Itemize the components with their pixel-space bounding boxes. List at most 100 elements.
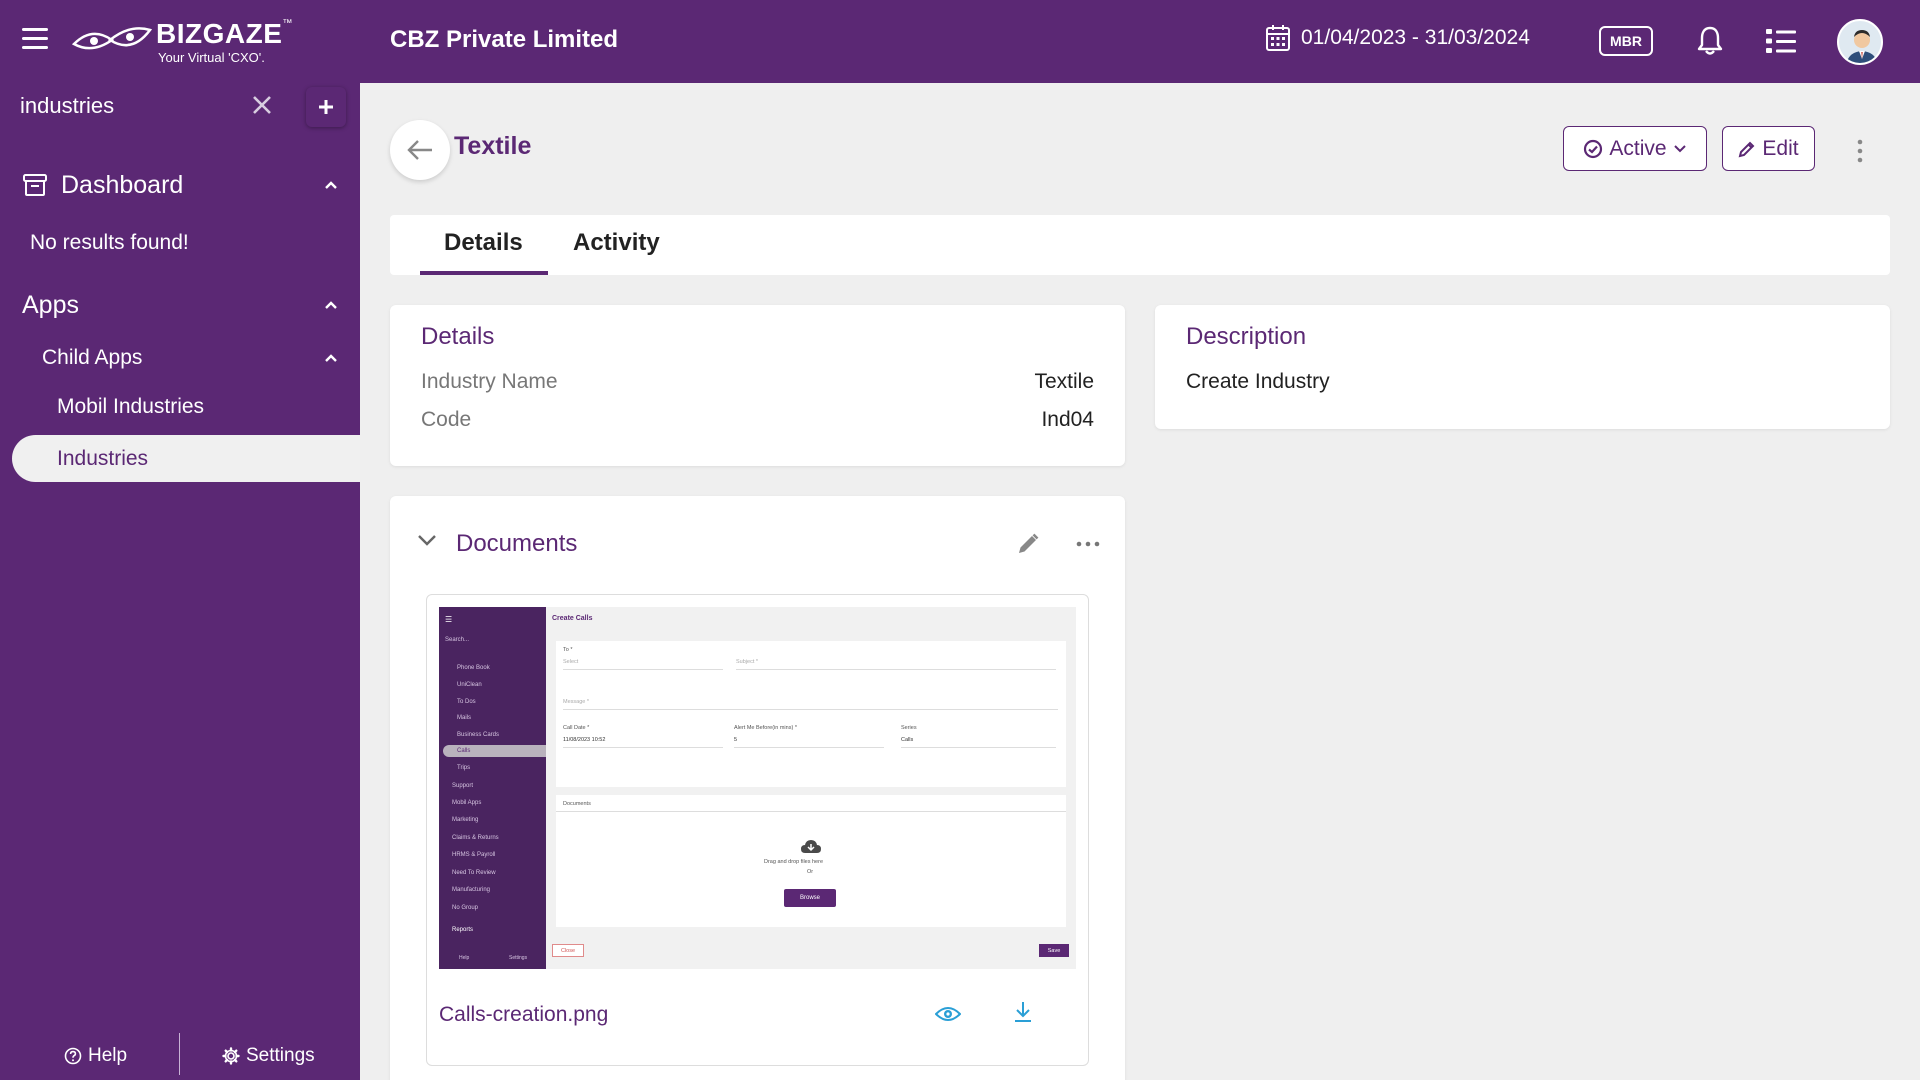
thumb-side-item: HRMS & Payroll [452, 852, 496, 858]
thumb-side-item: Manufacturing [452, 887, 491, 893]
thumb-side-item: Claims & Returns [452, 835, 499, 841]
status-label: Active [1609, 136, 1667, 160]
task-list-icon[interactable] [1766, 28, 1796, 54]
sidebar-item-apps[interactable]: Apps [0, 283, 360, 327]
download-icon[interactable] [1013, 1001, 1033, 1023]
hamburger-menu-icon[interactable] [22, 28, 48, 52]
thumb-select-placeholder: Select [563, 659, 579, 665]
more-horizontal-icon[interactable] [1076, 540, 1100, 548]
footer-divider [179, 1033, 180, 1075]
logo-eyes-icon [72, 27, 152, 50]
help-icon [64, 1047, 82, 1065]
sidebar-footer: Help Settings [0, 1033, 360, 1080]
date-range-text: 01/04/2023 - 31/03/2024 [1301, 26, 1530, 49]
logo-text: BIZGAZE™ [156, 18, 293, 49]
thumb-side-item: To Dos [457, 699, 476, 705]
top-bar: BIZGAZE™ Your Virtual 'CXO'. CBZ Private… [0, 0, 1920, 83]
description-card: Description Create Industry [1155, 305, 1890, 429]
thumb-menu-icon: ☰ [445, 615, 453, 624]
thumb-main: Create Calls To * Select Subject * Messa… [546, 607, 1076, 969]
page-title: Textile [454, 132, 532, 160]
company-name[interactable]: CBZ Private Limited [390, 26, 618, 54]
thumb-to-label: To * [563, 647, 573, 653]
detail-row-code: Code Ind04 [421, 408, 1094, 432]
description-text: Create Industry [1186, 370, 1330, 393]
help-label: Help [88, 1045, 128, 1066]
mbr-button[interactable]: MBR [1599, 26, 1653, 56]
sidebar-item-mobil-industries[interactable]: Mobil Industries [57, 395, 204, 419]
edit-button[interactable]: Edit [1722, 126, 1815, 171]
field-label: Code [421, 408, 472, 431]
thumb-form: To * Select Subject * Message * Call Dat… [556, 641, 1066, 787]
user-avatar[interactable] [1837, 19, 1883, 65]
thumb-drag-text: Drag and drop files here [764, 859, 824, 865]
field-label: Industry Name [421, 370, 558, 393]
thumb-side-item: Calls [457, 748, 471, 754]
details-card-title: Details [421, 323, 495, 350]
tab-bar: Details Activity [390, 215, 1890, 275]
sidebar-search: industries [0, 83, 360, 133]
status-dropdown[interactable]: Active [1563, 126, 1707, 171]
sidebar-item-child-apps[interactable]: Child Apps [0, 338, 360, 378]
thumb-side-item: UniClean [457, 682, 482, 688]
thumb-close-button: Close [552, 944, 584, 957]
document-thumbnail[interactable]: ☰ Search... Phone Book UniClean To Dos M… [439, 607, 1076, 969]
thumb-message-placeholder: Message * [563, 699, 589, 705]
tab-details[interactable]: Details [444, 229, 523, 257]
sidebar-item-label: Apps [22, 290, 79, 319]
eye-icon[interactable] [935, 1005, 961, 1023]
logo[interactable]: BIZGAZE™ Your Virtual 'CXO'. [72, 16, 292, 68]
documents-title: Documents [456, 530, 578, 557]
cloud-upload-icon [801, 840, 821, 853]
add-button[interactable] [306, 87, 346, 127]
bell-icon[interactable] [1696, 25, 1724, 57]
financial-year-range[interactable]: 01/04/2023 - 31/03/2024 [1265, 24, 1530, 52]
thumb-sidebar: ☰ Search... Phone Book UniClean To Dos M… [439, 607, 546, 969]
thumb-settings: Settings [509, 955, 528, 961]
thumb-line [563, 709, 1058, 710]
edit-label: Edit [1762, 136, 1799, 160]
logo-tagline: Your Virtual 'CXO'. [158, 50, 265, 65]
back-button[interactable] [390, 120, 450, 180]
thumb-line [736, 669, 1056, 670]
document-item[interactable]: ☰ Search... Phone Book UniClean To Dos M… [426, 594, 1089, 1066]
thumb-help: Help [459, 955, 470, 961]
thumb-line [556, 811, 1066, 812]
field-value: Ind04 [1041, 408, 1094, 431]
chevron-up-icon [325, 354, 337, 362]
calendar-icon [1266, 25, 1290, 51]
thumb-side-item: Phone Book [457, 665, 490, 671]
pencil-icon[interactable] [1016, 532, 1040, 556]
tab-activity[interactable]: Activity [573, 229, 660, 257]
thumb-line [901, 747, 1056, 748]
thumb-browse-button: Browse [784, 889, 836, 907]
chevron-down-icon [1673, 144, 1686, 152]
thumb-title: Create Calls [552, 615, 593, 622]
detail-row-industry-name: Industry Name Textile [421, 370, 1094, 394]
sidebar-search-input[interactable]: industries [20, 93, 114, 119]
thumb-documents: Documents Drag and drop files here Or Br… [556, 795, 1066, 927]
thumb-series-value: Calls [901, 737, 914, 743]
sidebar-item-dashboard[interactable]: Dashboard [0, 163, 360, 207]
thumb-calldate-label: Call Date * [563, 725, 590, 731]
thumb-side-item: Trips [457, 765, 471, 771]
description-card-title: Description [1186, 323, 1307, 350]
help-button[interactable]: Help [64, 1045, 127, 1067]
thumb-series-label: Series [901, 725, 917, 731]
thumb-side-item: Support [452, 783, 474, 789]
thumb-side-item: Need To Review [452, 870, 496, 876]
document-name[interactable]: Calls-creation.png [439, 1003, 608, 1027]
thumb-line [734, 747, 884, 748]
thumb-reports: Reports [452, 927, 474, 933]
sidebar: industries Dashboard No results found! A… [0, 83, 360, 1080]
settings-button[interactable]: Settings [222, 1045, 315, 1067]
user-avatar-icon [1846, 30, 1878, 63]
close-icon[interactable] [250, 93, 274, 117]
chevron-down-icon[interactable] [416, 532, 438, 548]
sidebar-item-industries[interactable]: Industries [12, 435, 360, 482]
no-results-text: No results found! [30, 231, 189, 254]
thumb-side-item: No Group [452, 905, 479, 911]
dashboard-icon [23, 174, 47, 196]
thumb-save-button: Save [1039, 944, 1069, 957]
more-vertical-icon[interactable] [1852, 138, 1868, 164]
